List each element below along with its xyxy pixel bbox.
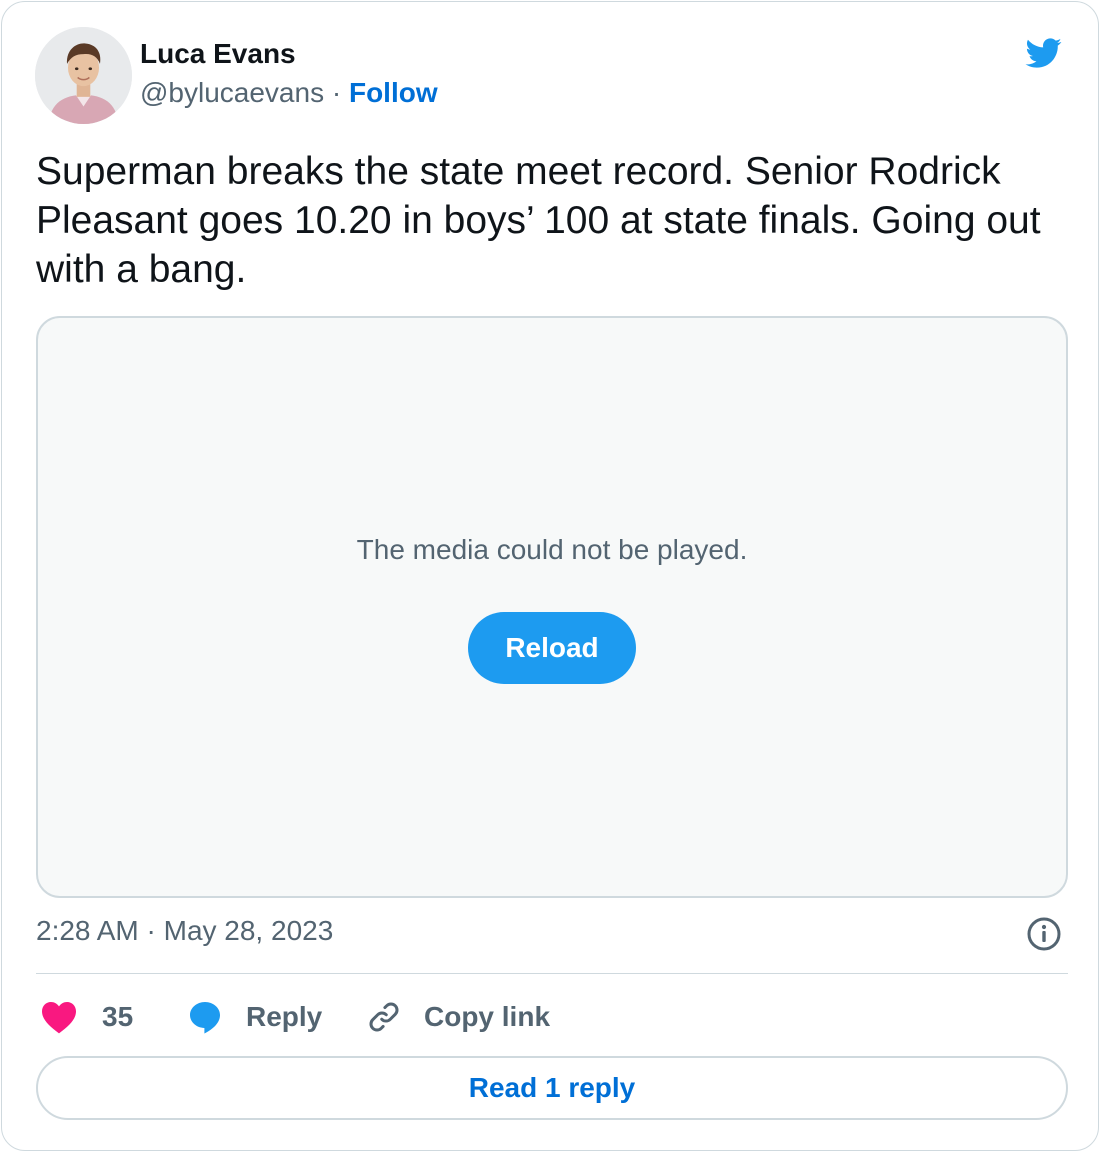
tweet-text: Superman breaks the state meet record. S… — [36, 150, 1041, 291]
read-replies-button[interactable]: Read 1 reply — [36, 1056, 1068, 1120]
reply-button[interactable]: Reply — [186, 996, 322, 1038]
handle-separator: · — [331, 77, 342, 108]
follow-link[interactable]: Follow — [349, 77, 438, 108]
copy-link-button[interactable]: Copy link — [366, 996, 550, 1038]
heart-icon — [42, 1002, 76, 1034]
media-player: The media could not be played. Reload — [36, 316, 1068, 898]
reload-button[interactable]: Reload — [468, 612, 636, 684]
link-icon — [369, 1002, 399, 1032]
info-icon[interactable] — [1026, 916, 1062, 952]
tweet-timestamp[interactable]: 2:28 AM · May 28, 2023 — [36, 915, 333, 947]
like-count: 35 — [102, 1001, 134, 1032]
copy-link-label: Copy link — [424, 1001, 551, 1032]
twitter-bird-icon[interactable] — [1020, 34, 1066, 72]
tweet-card: Luca Evans @bylucaevans · Follow Superma… — [1, 1, 1099, 1151]
author-name[interactable]: Luca Evans — [140, 38, 296, 70]
avatar[interactable] — [35, 27, 132, 124]
media-error-message: The media could not be played. — [356, 534, 748, 565]
speech-bubble-icon — [190, 1002, 220, 1034]
avatar-image — [35, 27, 132, 124]
author-handle-line: @bylucaevans · Follow — [140, 77, 438, 109]
author-handle[interactable]: @bylucaevans — [140, 77, 324, 108]
like-button[interactable]: 35 — [40, 996, 133, 1038]
reply-label: Reply — [246, 1001, 323, 1032]
divider — [36, 973, 1068, 974]
